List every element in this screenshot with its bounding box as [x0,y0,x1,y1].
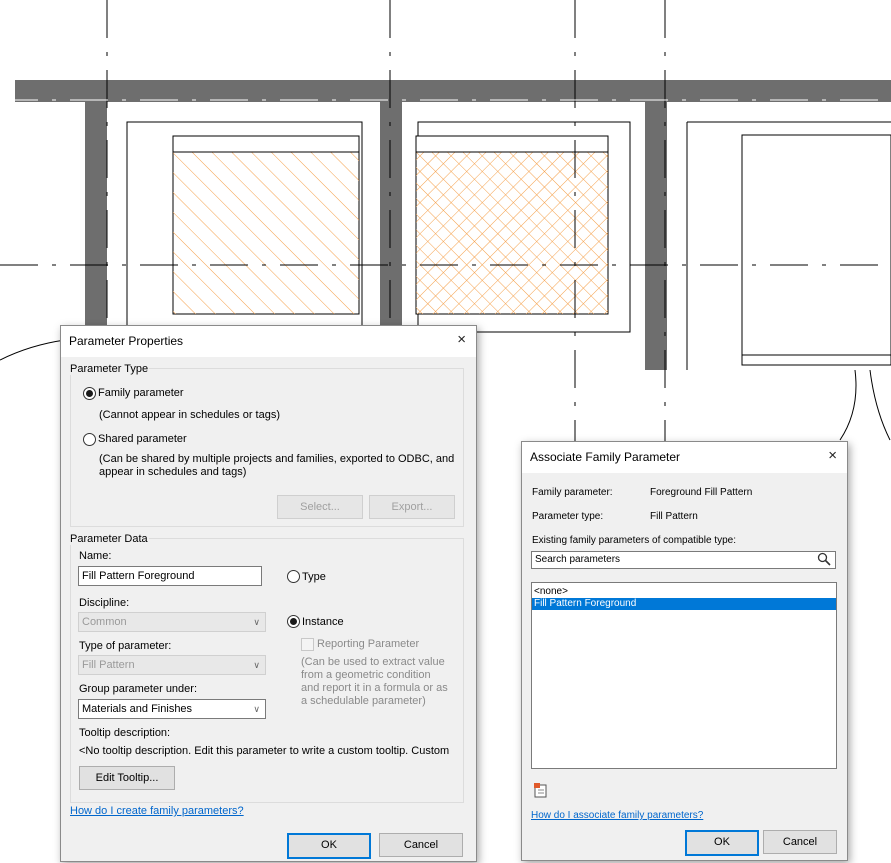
search-input[interactable]: Search parameters [531,551,836,569]
cancel-button[interactable]: Cancel [379,833,463,857]
list-item[interactable]: <none> [532,586,836,598]
existing-parameters-label: Existing family parameters of compatible… [532,535,736,546]
instance-label[interactable]: Instance [302,616,344,628]
select-button[interactable]: Select... [277,495,363,519]
tooltip-description-value: <No tooltip description. Edit this param… [79,745,450,757]
family-parameter-value: Foreground Fill Pattern [650,487,753,498]
new-parameter-icon[interactable] [533,782,549,801]
type-radio[interactable] [287,570,300,583]
title-bar: Parameter Properties × [61,326,476,357]
dialog-title: Parameter Properties [69,334,184,348]
ok-button[interactable]: OK [685,830,759,856]
parameter-type-value: Fill Pattern [650,511,698,522]
name-input[interactable]: Fill Pattern Foreground [78,566,262,586]
parameter-type-legend: Parameter Type [69,363,150,375]
reporting-parameter-checkbox[interactable] [301,638,314,651]
discipline-label: Discipline: [79,597,130,609]
group-parameter-value: Materials and Finishes [82,703,193,715]
reporting-parameter-label: Reporting Parameter [317,638,420,650]
parameter-properties-dialog: Parameter Properties × Parameter Type Fa… [60,325,477,862]
name-label: Name: [79,550,112,562]
hatched-panel-2[interactable] [415,135,609,315]
list-item[interactable]: Fill Pattern Foreground [532,598,836,610]
group-parameter-label: Group parameter under: [79,683,198,695]
parameter-data-legend: Parameter Data [69,533,149,545]
family-parameter-label: Family parameter: [532,487,613,498]
chevron-down-icon: ∨ [253,704,260,714]
instance-radio[interactable] [287,615,300,628]
family-parameter-radio[interactable] [83,387,96,400]
cancel-button[interactable]: Cancel [763,830,837,854]
shared-parameter-radio[interactable] [83,433,96,446]
reporting-note-line-3: and report it in a formula or as [301,682,448,694]
chevron-down-icon: ∨ [253,660,260,670]
close-icon[interactable]: × [828,447,837,464]
parameter-type-label: Parameter type: [532,511,604,522]
chevron-down-icon: ∨ [253,617,260,627]
edit-tooltip-button[interactable]: Edit Tooltip... [79,766,175,790]
tooltip-description-label: Tooltip description: [79,727,171,739]
shared-parameter-label[interactable]: Shared parameter [98,433,187,445]
reporting-note-line-1: (Can be used to extract value [301,656,445,668]
associate-family-parameter-dialog: Associate Family Parameter × Family para… [521,441,848,861]
group-parameter-select[interactable]: Materials and Finishes ∨ [78,699,266,719]
shared-parameter-note-1: (Can be shared by multiple projects and … [99,453,455,465]
hatched-panel-1[interactable] [172,135,360,315]
export-button[interactable]: Export... [369,495,455,519]
help-link[interactable]: How do I create family parameters? [70,805,244,817]
discipline-value: Common [82,616,127,628]
type-of-parameter-label: Type of parameter: [79,640,172,652]
discipline-select[interactable]: Common ∨ [78,612,266,632]
type-of-parameter-select[interactable]: Fill Pattern ∨ [78,655,266,675]
parameter-listbox[interactable]: <none> Fill Pattern Foreground [531,582,837,769]
type-label[interactable]: Type [302,571,326,583]
search-icon[interactable] [817,552,831,569]
dialog-title: Associate Family Parameter [530,450,681,464]
shared-parameter-note-2: appear in schedules and tags) [99,466,247,478]
family-parameter-note: (Cannot appear in schedules or tags) [99,409,280,421]
reporting-note-line-4: a schedulable parameter) [301,695,426,707]
reporting-note-line-2: from a geometric condition [301,669,431,681]
title-bar: Associate Family Parameter × [522,442,847,473]
ok-button[interactable]: OK [287,833,371,859]
help-link[interactable]: How do I associate family parameters? [531,810,703,821]
family-parameter-label[interactable]: Family parameter [98,387,184,399]
type-of-parameter-value: Fill Pattern [82,659,135,671]
close-icon[interactable]: × [457,331,466,348]
